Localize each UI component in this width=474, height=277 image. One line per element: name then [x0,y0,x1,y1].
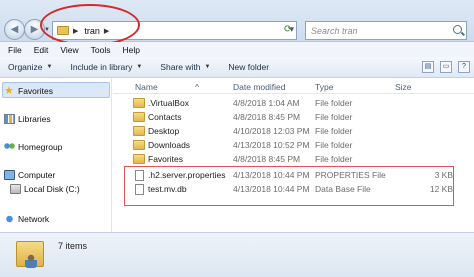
items-count: 7 items [58,241,88,251]
file-name: .VirtualBox [148,98,189,108]
chevron-down-icon: ▼ [204,64,211,70]
sidebar-item-label: Local Disk (C:) [24,184,80,194]
include-in-library-button[interactable]: Include in library ▼ [70,62,142,72]
organize-button[interactable]: Organize ▼ [8,62,52,72]
sidebar-item-homegroup[interactable]: Homegroup [4,142,63,152]
menu-help[interactable]: Help [122,45,139,55]
star-icon: ★ [4,85,14,97]
sidebar-item-favorites[interactable]: ★ Favorites [4,86,53,97]
network-icon [4,214,15,224]
file-name: Desktop [148,126,180,136]
table-row[interactable]: Contacts 4/8/2018 8:45 PM File folder [113,111,474,124]
table-row[interactable]: Favorites 4/8/2018 8:45 PM File folder [113,153,474,166]
search-icon[interactable] [453,25,462,34]
sidebar-item-local-disk[interactable]: Local Disk (C:) [10,184,80,194]
shared-folder-icon [16,241,44,268]
organize-label: Organize [8,62,43,72]
file-date: 4/8/2018 8:45 PM [233,154,301,164]
chevron-down-icon: ▼ [46,64,53,70]
search-input[interactable]: Search tran [305,21,467,40]
sidebar-item-label: Favorites [18,86,53,96]
share-with-button[interactable]: Share with ▼ [160,62,210,72]
help-icon[interactable]: ? [458,61,470,73]
folder-icon [133,140,145,150]
file-type: File folder [315,126,353,136]
annotation-circle [40,4,140,46]
command-toolbar: Organize ▼ Include in library ▼ Share with… [0,57,474,78]
sidebar-item-label: Homegroup [18,142,63,152]
share-with-label: Share with [160,62,201,72]
file-date: 4/10/2018 12:03 PM [233,126,310,136]
sort-chevron-icon: ^ [195,82,199,92]
back-button[interactable]: ◀ [4,19,25,40]
file-date: 4/13/2018 10:52 PM [233,140,310,150]
file-date: 4/8/2018 8:45 PM [233,112,301,122]
view-options-icon[interactable]: ▤ [422,61,434,73]
menu-view[interactable]: View [60,45,78,55]
column-header-name[interactable]: Name [135,82,158,92]
sidebar-item-label: Computer [18,170,56,180]
file-date: 4/8/2018 1:04 AM [233,98,300,108]
new-folder-label: New folder [228,62,270,72]
hard-disk-icon [10,184,21,194]
sidebar-item-libraries[interactable]: Libraries [4,114,51,124]
menu-bar: File Edit View Tools Help [0,42,474,57]
computer-icon [4,170,15,180]
menu-edit[interactable]: Edit [34,45,49,55]
column-header-size[interactable]: Size [395,82,412,92]
file-type: File folder [315,98,353,108]
homegroup-icon [4,142,15,152]
table-row[interactable]: Downloads 4/13/2018 10:52 PM File folder [113,139,474,152]
annotation-highlight-box [124,166,454,206]
file-list: Name ^ Date modified Type Size .VirtualB… [113,78,474,232]
file-name: Contacts [148,112,182,122]
file-type: File folder [315,140,353,150]
file-name: Favorites [148,154,183,164]
menu-file[interactable]: File [8,45,22,55]
table-row[interactable]: .VirtualBox 4/8/2018 1:04 AM File folder [113,97,474,110]
column-headers: Name ^ Date modified Type Size [113,78,474,94]
menu-tools[interactable]: Tools [91,45,111,55]
navigation-pane: ★ Favorites Libraries Homegroup Computer… [0,78,112,232]
file-name: Downloads [148,140,191,150]
preview-pane-icon[interactable]: ▭ [440,61,452,73]
back-arrow-icon: ◀ [10,24,19,35]
new-folder-button[interactable]: New folder [228,62,269,72]
folder-icon [133,98,145,108]
forward-arrow-icon: ▶ [30,24,39,35]
column-header-date-modified[interactable]: Date modified [233,82,285,92]
file-type: File folder [315,154,353,164]
column-header-type[interactable]: Type [315,82,333,92]
sidebar-item-label: Network [18,214,50,224]
folder-icon [133,112,145,122]
libraries-icon [4,114,15,124]
folder-icon [133,154,145,164]
sidebar-item-label: Libraries [18,114,51,124]
refresh-icon[interactable]: ⟳ [284,24,292,35]
search-placeholder: Search tran [311,26,358,36]
chevron-down-icon: ▼ [136,64,143,70]
sidebar-item-computer[interactable]: Computer [4,170,56,180]
details-pane: 7 items [0,232,474,277]
file-type: File folder [315,112,353,122]
sidebar-item-network[interactable]: Network [4,214,50,224]
include-in-library-label: Include in library [70,62,133,72]
table-row[interactable]: Desktop 4/10/2018 12:03 PM File folder [113,125,474,138]
folder-icon [133,126,145,136]
